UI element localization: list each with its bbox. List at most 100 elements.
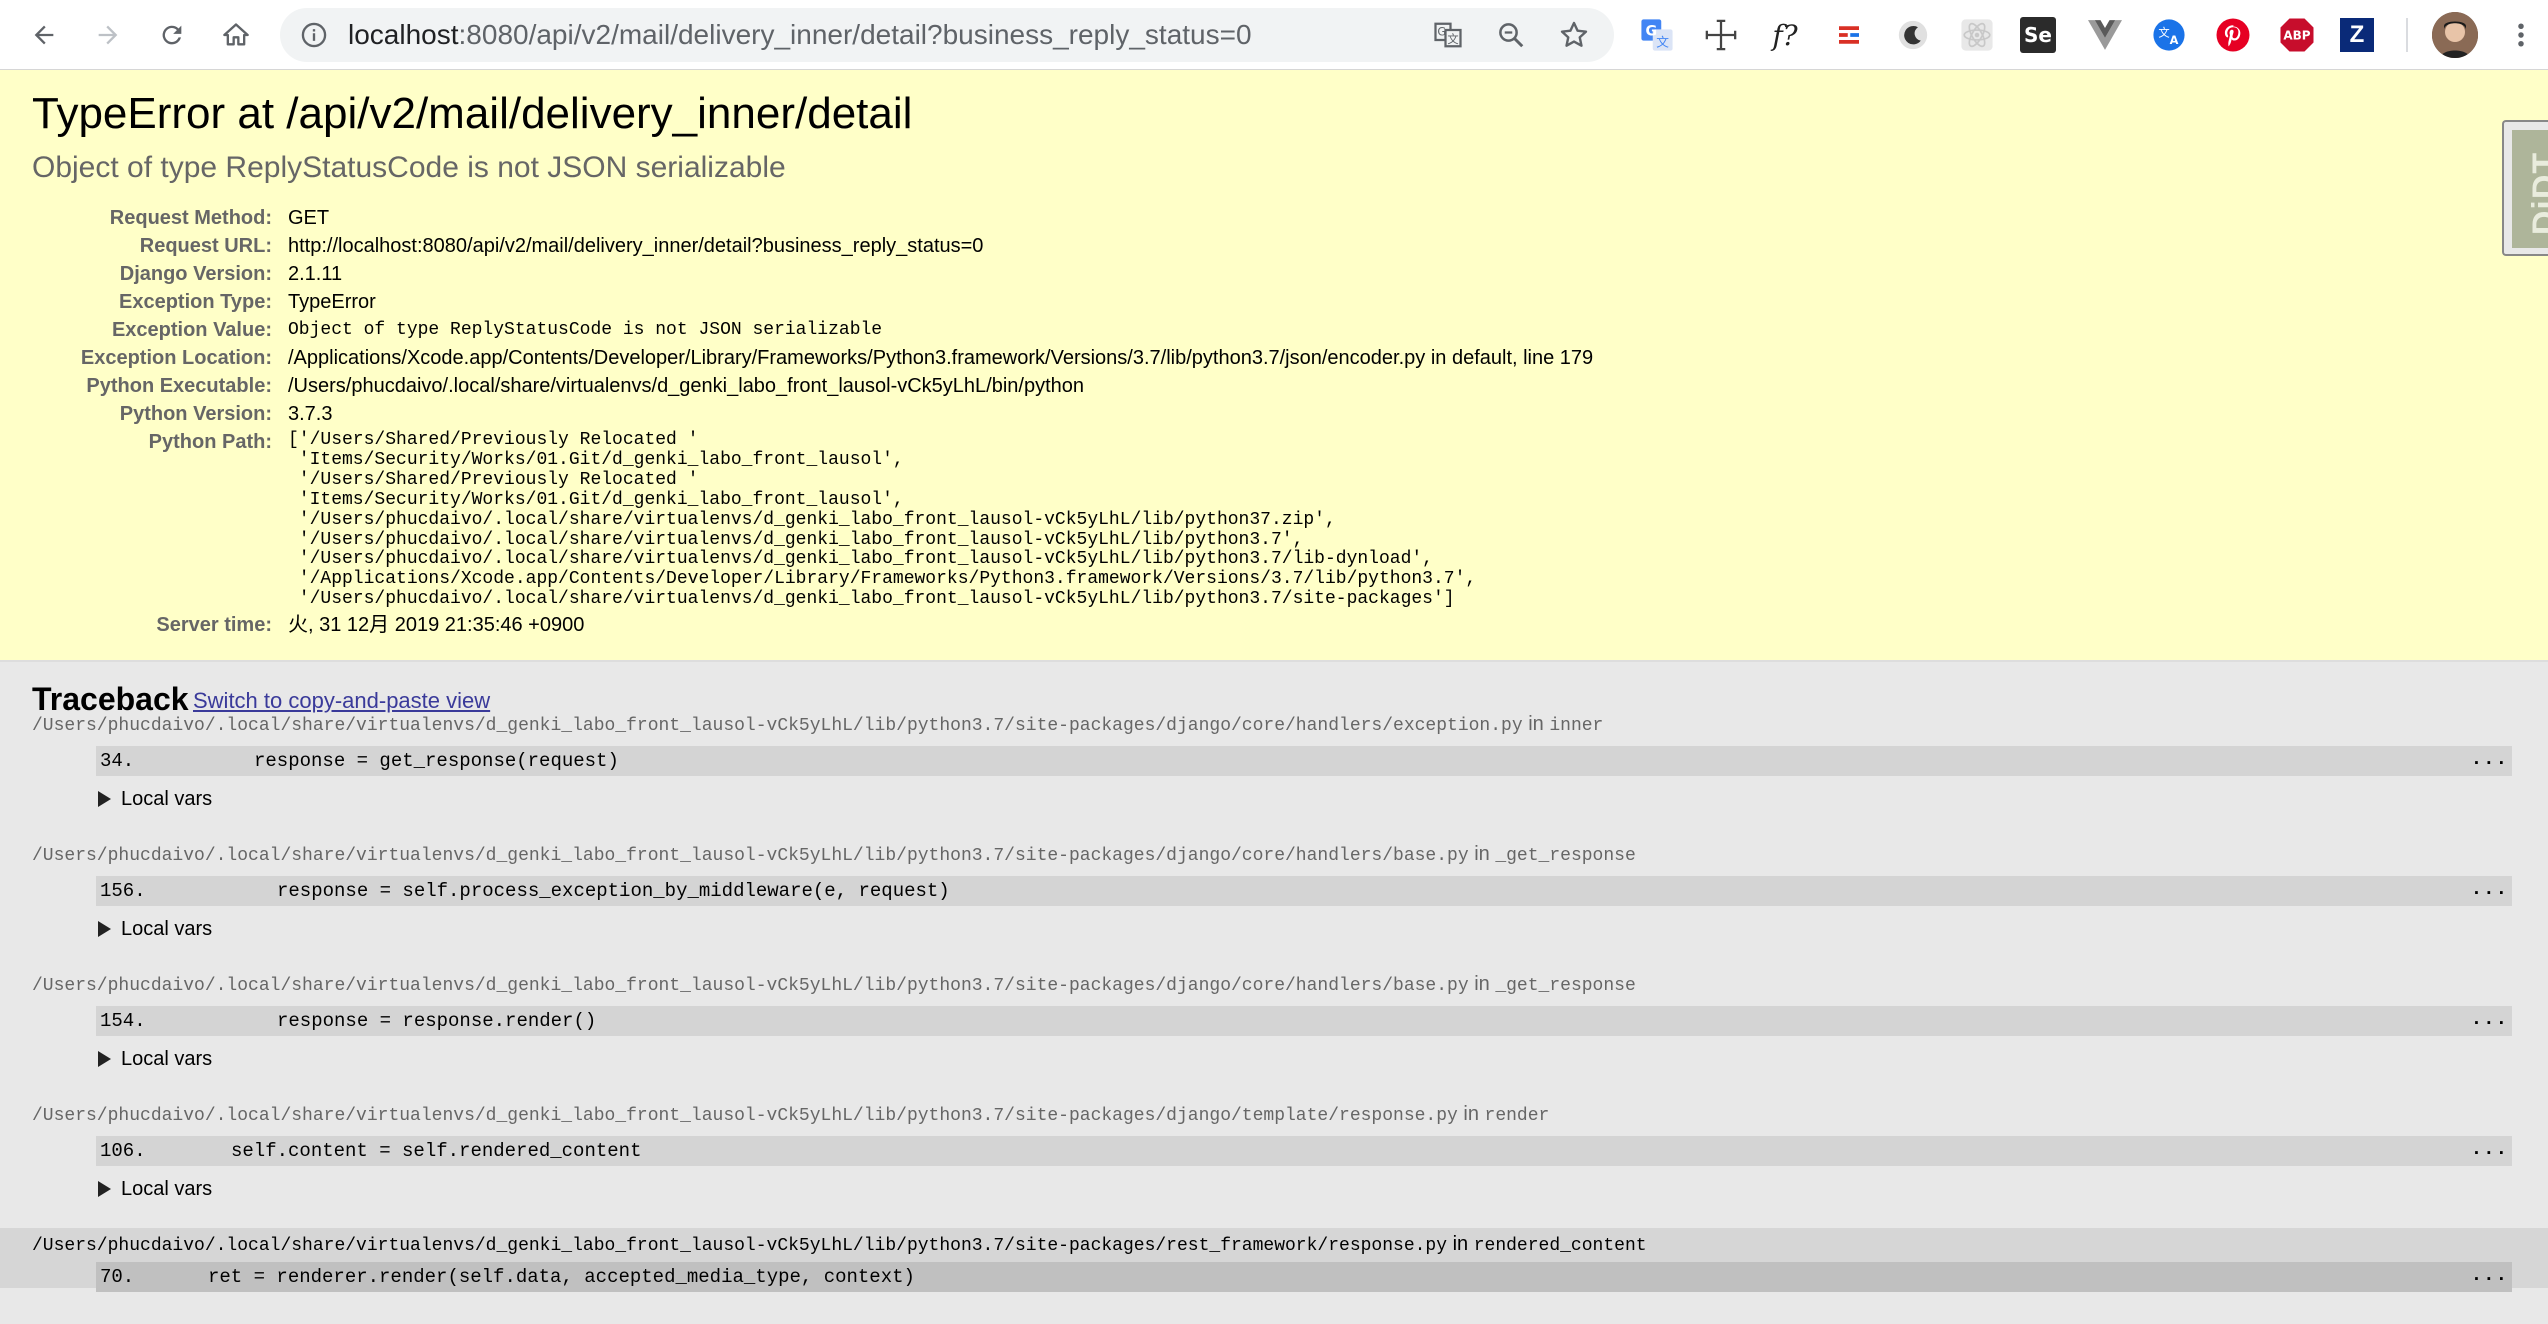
context-line[interactable]: 106. self.content = self.rendered_content… — [96, 1136, 2512, 1166]
dark-mode-icon[interactable] — [1892, 14, 1934, 56]
traceback-frame: /Users/phucdaivo/.local/share/virtualenv… — [0, 1228, 2548, 1292]
toolbar-divider — [2406, 18, 2408, 52]
meta-value: 火, 31 12月 2019 21:35:46 +0900 — [288, 614, 585, 637]
line-number: 154. — [100, 1010, 146, 1032]
context-line[interactable]: 34. response = get_response(request)... — [96, 746, 2512, 776]
local-vars-toggle[interactable]: Local vars — [96, 916, 212, 942]
url-host: localhost — [348, 19, 459, 50]
whatfont-icon[interactable]: f? — [1764, 14, 1806, 56]
meta-row: Python Executable: /Users/phucdaivo/.loca… — [40, 372, 1599, 400]
arrow-right-icon — [98, 25, 118, 45]
meta-label: Exception Location: — [80, 347, 272, 369]
local-vars-label: Local vars — [121, 918, 213, 940]
meta-row: Request URL: http://localhost:8080/api/v2… — [40, 232, 1599, 260]
meta-value: /Applications/Xcode.app/Contents/Develop… — [288, 347, 1594, 369]
meta-value: TypeError — [288, 291, 376, 313]
frame-location: /Users/phucdaivo/.local/share/virtualenv… — [32, 1232, 1647, 1258]
expand-context-button[interactable]: ... — [2471, 1134, 2508, 1164]
local-vars-label: Local vars — [121, 788, 213, 810]
djdt-label: DjDT — [2526, 151, 2548, 236]
home-button[interactable] — [212, 11, 260, 59]
frame-function: _get_response — [1495, 976, 1636, 996]
meta-value: GET — [288, 207, 330, 229]
line-number: 34. — [100, 750, 135, 772]
move-cross-icon[interactable] — [1700, 14, 1742, 56]
expand-context-button[interactable]: ... — [2471, 1004, 2508, 1034]
local-vars-label: Local vars — [121, 1178, 213, 1200]
selenium-ide-icon[interactable]: Se — [2020, 17, 2056, 53]
local-vars-toggle[interactable]: Local vars — [96, 1176, 212, 1202]
profile-avatar[interactable] — [2432, 12, 2478, 58]
local-vars-label: Local vars — [121, 1048, 213, 1070]
meta-label: Exception Value: — [111, 319, 272, 341]
meta-label: Exception Type: — [119, 291, 272, 313]
browser-toolbar: localhost:8080/api/v2/mail/delivery_inne… — [0, 0, 2548, 70]
home-icon — [223, 23, 249, 46]
zoom-icon[interactable] — [1495, 19, 1527, 51]
google-translate-ext-icon[interactable]: G文 — [1636, 14, 1678, 56]
local-vars-toggle[interactable]: Local vars — [96, 786, 212, 812]
meta-row: Django Version: 2.1.11 — [40, 260, 1599, 288]
switch-copy-paste-link[interactable]: Switch to copy-and-paste view — [193, 688, 490, 714]
info-icon[interactable] — [300, 21, 328, 49]
context-line[interactable]: 156. response = self.process_exception_by… — [96, 876, 2512, 906]
traceback-section: Traceback Switch to copy-and-paste view … — [0, 662, 2548, 1324]
triangle-right-icon — [98, 1181, 111, 1197]
meta-row: Exception Location: /Applications/Xcode.a… — [40, 344, 1599, 372]
meta-row: Python Version: 3.7.3 — [40, 400, 1599, 428]
line-number: 106. — [100, 1140, 146, 1162]
context-line[interactable]: 154. response = response.render()... — [96, 1006, 2512, 1036]
meta-row: Exception Value: Object of type ReplyStat… — [40, 316, 1599, 344]
pinterest-icon[interactable] — [2212, 14, 2254, 56]
translate-ext-icon[interactable]: 文A — [2148, 14, 2190, 56]
frame-in-word: in — [1522, 713, 1550, 735]
url-path: :8080/api/v2/mail/delivery_inner/detail?… — [458, 19, 1252, 50]
reload-button[interactable] — [148, 11, 196, 59]
meta-label: Server time: — [156, 614, 272, 637]
code-text: self.content = self.rendered_content — [231, 1140, 642, 1162]
meta-value: Object of type ReplyStatusCode is not JS… — [288, 320, 883, 340]
error-subtitle: Object of type ReplyStatusCode is not JS… — [32, 151, 786, 184]
request-meta-table: Request Method: GET Request URL: http://loc… — [40, 204, 1599, 639]
line-number: 156. — [100, 880, 146, 902]
adblock-plus-icon[interactable]: ABP — [2276, 14, 2318, 56]
back-button[interactable] — [20, 11, 68, 59]
frame-file: /Users/phucdaivo/.local/share/virtualenv… — [32, 716, 1523, 736]
page-translate-icon[interactable]: 文G — [1432, 19, 1464, 51]
meta-label: Django Version: — [119, 263, 272, 285]
code-text: response = get_response(request) — [254, 750, 619, 772]
meta-row: Server time: 火, 31 12月 2019 21:35:46 +090… — [40, 611, 1599, 639]
chrome-menu-icon[interactable] — [2500, 14, 2542, 56]
vue-devtools-icon[interactable] — [2084, 14, 2126, 56]
frame-location: /Users/phucdaivo/.local/share/virtualenv… — [32, 1102, 1549, 1128]
address-url[interactable]: localhost:8080/api/v2/mail/delivery_inne… — [348, 20, 1252, 50]
frame-function: inner — [1549, 716, 1604, 736]
meta-value: ['/Users/Shared/Previously Relocated ' '… — [288, 430, 1477, 610]
frame-in-word: in — [1457, 1103, 1485, 1125]
meta-row: Request Method: GET — [40, 204, 1599, 232]
frame-file: /Users/phucdaivo/.local/share/virtualenv… — [32, 846, 1469, 866]
layout-grid-icon[interactable] — [1828, 14, 1870, 56]
triangle-right-icon — [98, 921, 111, 937]
frame-location: /Users/phucdaivo/.local/share/virtualenv… — [32, 842, 1636, 868]
svg-text:文: 文 — [1447, 32, 1458, 46]
zotero-icon[interactable]: Z — [2340, 18, 2374, 52]
expand-context-button[interactable]: ... — [2471, 744, 2508, 774]
frame-file: /Users/phucdaivo/.local/share/virtualenv… — [32, 976, 1469, 996]
frame-in-word: in — [1468, 843, 1496, 865]
reload-icon — [162, 25, 182, 45]
debug-toolbar-handle[interactable]: DjDT — [2502, 120, 2548, 256]
meta-label: Python Version: — [119, 403, 272, 425]
expand-context-button[interactable]: ... — [2471, 1260, 2508, 1290]
frame-function: rendered_content — [1473, 1236, 1647, 1256]
abp-label: ABP — [2283, 29, 2310, 43]
address-bar[interactable]: localhost:8080/api/v2/mail/delivery_inne… — [280, 8, 1614, 62]
bookmark-star-icon[interactable] — [1558, 19, 1590, 51]
local-vars-toggle[interactable]: Local vars — [96, 1046, 212, 1072]
frame-location: /Users/phucdaivo/.local/share/virtualenv… — [32, 972, 1636, 998]
expand-context-button[interactable]: ... — [2471, 874, 2508, 904]
context-line[interactable]: 70. ret = renderer.render(self.data, acce… — [96, 1262, 2512, 1292]
line-number: 70. — [100, 1266, 135, 1288]
react-devtools-icon[interactable] — [1956, 14, 1998, 56]
forward-button[interactable] — [84, 11, 132, 59]
